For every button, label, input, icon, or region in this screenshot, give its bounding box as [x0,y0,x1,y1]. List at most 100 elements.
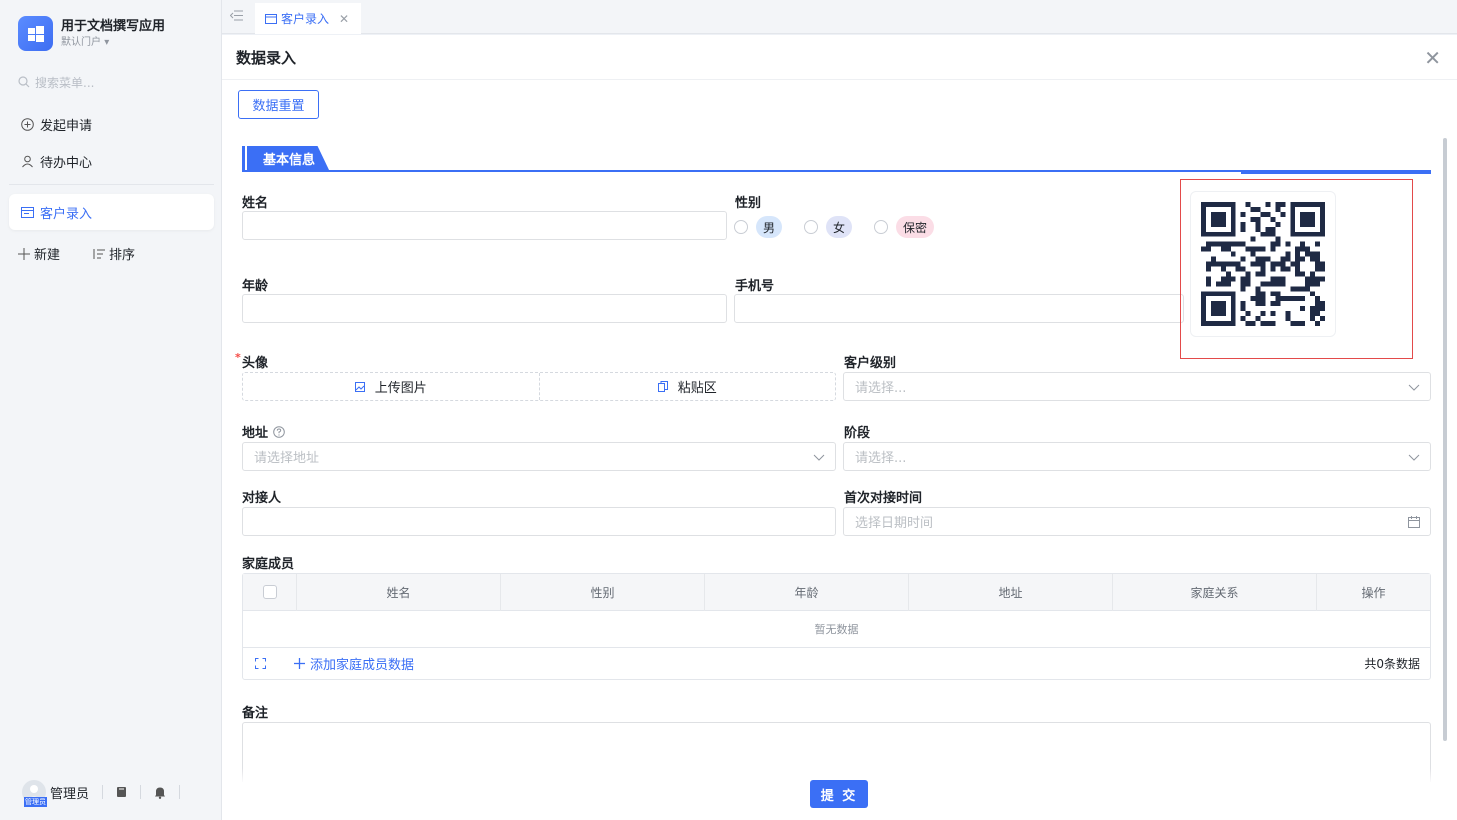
gender-secret-radio[interactable]: 保密 [874,216,935,238]
qr-code-highlight [1180,179,1413,359]
bell-icon[interactable] [154,786,166,799]
sidebar-item-apply[interactable]: 发起申请 [9,106,214,142]
sort-icon [93,248,106,259]
tab-bar: 客户录入 ✕ [222,0,1457,34]
age-label: 年龄 [242,279,269,294]
app-header[interactable]: 用于文档撰写应用 默认门户 ▾ [18,16,165,51]
first-contact-time-label: 首次对接时间 [844,491,923,506]
sidebar-item-customer-entry[interactable]: 客户录入 [9,194,214,230]
gender-label: 性别 [735,196,762,211]
chevron-down-icon [813,454,825,461]
gender-option-label: 女 [826,216,853,238]
address-select[interactable]: 请选择地址 [242,442,836,471]
sort-button[interactable]: 排序 [92,244,151,263]
scrollbar[interactable] [1443,138,1447,741]
tab-customer-entry[interactable]: 客户录入 ✕ [255,3,361,34]
qr-code-image[interactable] [1190,191,1336,337]
divider [179,785,181,799]
gender-male-radio[interactable]: 男 [734,216,783,238]
tab-label: 客户录入 [281,12,330,26]
chevron-down-icon [1408,454,1420,461]
column-header: 姓名 [297,573,501,611]
table-footer: 添加家庭成员数据 共0条数据 [243,648,1430,679]
page-title: 数据录入 [236,48,297,67]
paste-area[interactable]: 粘贴区 [540,373,836,400]
user-bar: 管理员 管理员 [22,780,212,807]
fullscreen-icon[interactable] [255,658,266,669]
upload-image-button[interactable]: 上传图片 [243,373,540,400]
family-members-table: 姓名 性别 年龄 地址 家庭关系 操作 暂无数据 添加家庭成员数据 共0条数据 [242,573,1431,680]
sidebar-item-label: 待办中心 [40,155,93,171]
form-icon [265,13,277,24]
menu-search[interactable]: 搜索菜单... [18,72,208,92]
gender-option-label: 保密 [896,216,935,238]
divider [9,184,214,185]
collapse-sidebar-icon[interactable] [230,10,243,21]
divider [140,785,142,799]
plus-circle-icon [21,117,34,131]
avatar-caption: 管理员 [24,797,47,807]
sidebar-item-label: 发起申请 [40,118,93,134]
sidebar-item-label: 客户录入 [40,206,93,222]
chevron-down-icon: ▾ [104,36,110,48]
avatar-upload: 上传图片 粘贴区 [242,372,836,401]
new-button[interactable]: 新建 [18,244,76,263]
phone-label: 手机号 [735,279,775,294]
section-title: 基本信息 [247,146,330,170]
submit-button[interactable]: 提 交 [810,780,868,808]
chevron-down-icon [1408,384,1420,391]
stage-select[interactable]: 请选择... [843,442,1431,471]
portal-selector[interactable]: 默认门户 ▾ [61,36,165,50]
plus-icon [18,247,30,260]
book-icon[interactable] [116,786,127,798]
sidebar-item-todo[interactable]: 待办中心 [9,143,214,179]
name-label: 姓名 [242,196,269,211]
reset-button[interactable]: 数据重置 [238,90,319,119]
phone-input[interactable] [734,294,1184,323]
calendar-icon [1408,516,1420,528]
required-mark: * [235,351,241,364]
remark-label: 备注 [242,706,269,721]
divider [102,785,104,799]
column-header: 年龄 [705,573,909,611]
total-count: 共0条数据 [1364,657,1420,671]
image-icon [354,381,365,392]
column-header: 家庭关系 [1113,573,1317,611]
search-icon [18,76,30,88]
avatar[interactable]: 管理员 [22,780,47,807]
name-input[interactable] [242,211,727,240]
customer-level-label: 客户级别 [844,356,897,371]
column-header: 操作 [1361,585,1386,600]
form-icon [21,206,34,218]
empty-state: 暂无数据 [243,611,1430,648]
select-all-checkbox[interactable] [262,585,277,599]
help-icon[interactable] [272,426,285,438]
contact-person-label: 对接人 [242,491,282,506]
app-logo-icon [18,16,53,51]
close-icon[interactable]: ✕ [339,12,349,26]
add-family-member-button[interactable]: 添加家庭成员数据 [294,654,414,673]
section-basic-info: 基本信息 [242,144,1431,174]
gender-radio-group: 男 女 保密 [734,216,956,238]
column-header: 性别 [501,573,705,611]
contact-person-input[interactable] [242,507,836,536]
table-header: 姓名 性别 年龄 地址 家庭关系 操作 [243,573,1430,611]
gender-female-radio[interactable]: 女 [804,216,853,238]
user-todo-icon [22,155,33,167]
age-input[interactable] [242,294,727,323]
gender-option-label: 男 [756,216,783,238]
data-entry-panel: 数据录入 ✕ 数据重置 基本信息 姓名 性别 男 女 保密 年龄 手机号 * 头像… [222,35,1457,820]
first-contact-time-picker[interactable]: 选择日期时间 [843,507,1431,536]
paste-icon [657,381,668,392]
select-all-checkbox-cell [243,573,297,611]
user-name[interactable]: 管理员 [50,783,89,802]
customer-level-select[interactable]: 请选择... [843,372,1431,401]
avatar-label: * 头像 [235,351,269,371]
sidebar: 用于文档撰写应用 默认门户 ▾ 搜索菜单... 发起申请 待办中心 客户录入 新… [0,0,222,820]
family-members-label: 家庭成员 [242,557,295,572]
app-name: 用于文档撰写应用 [61,18,166,34]
column-header: 地址 [909,573,1113,611]
close-icon[interactable]: ✕ [1424,48,1441,68]
stage-label: 阶段 [844,426,871,441]
plus-icon [294,658,305,669]
